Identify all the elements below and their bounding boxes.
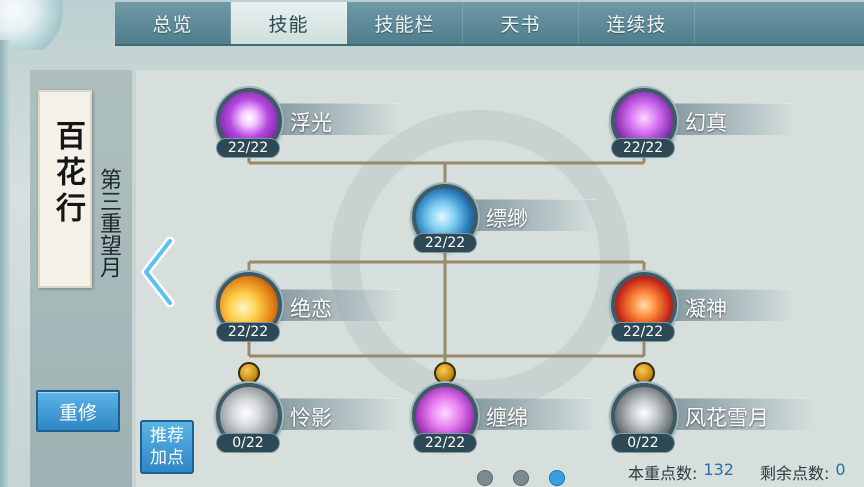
page-dot[interactable] [477, 470, 493, 486]
skill-level: 22/22 [611, 322, 675, 342]
current-points-value: 132 [703, 460, 734, 479]
skill-level: 22/22 [413, 433, 477, 453]
page-dot-active[interactable] [549, 470, 565, 486]
skill-level: 22/22 [216, 138, 280, 158]
skill-level: 22/22 [413, 233, 477, 253]
skill-name: 凝神 [685, 297, 727, 321]
recommend-label-line1: 推荐 [150, 426, 184, 446]
page-dot[interactable] [513, 470, 529, 486]
remaining-points-value: 0 [835, 460, 846, 479]
remaining-points-label: 剩余点数: [759, 464, 830, 483]
skill-name: 风花雪月 [685, 406, 769, 430]
skill-name: 绝恋 [290, 297, 332, 321]
skill-name: 幻真 [685, 111, 727, 135]
skill-level: 22/22 [611, 138, 675, 158]
recommend-label-line2: 加点 [150, 448, 184, 468]
skill-level: 22/22 [216, 322, 280, 342]
lock-icon [238, 362, 260, 384]
points-summary: 本重点数: 132 剩余点数: 0 [628, 460, 846, 483]
skill-level: 0/22 [216, 433, 280, 453]
skill-name: 怜影 [290, 406, 332, 430]
current-points-label: 本重点数: [628, 464, 698, 483]
recommend-points-button[interactable]: 推荐 加点 [140, 420, 194, 474]
skill-name: 缥缈 [486, 207, 528, 231]
skill-level: 0/22 [611, 433, 675, 453]
skill-name: 缠绵 [486, 406, 528, 430]
lock-icon [633, 362, 655, 384]
lock-icon [434, 362, 456, 384]
skill-name: 浮光 [290, 111, 332, 135]
